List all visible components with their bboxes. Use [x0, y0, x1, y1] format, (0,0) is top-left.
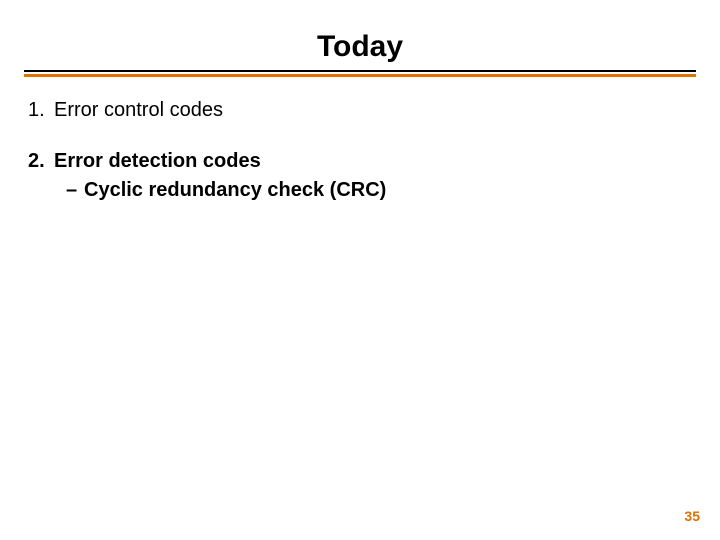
- sub-text: Cyclic redundancy check (CRC): [84, 177, 386, 204]
- item-text: Error control codes: [54, 97, 692, 124]
- slide: Today 1. Error control codes 2. Error de…: [0, 0, 720, 540]
- slide-title: Today: [0, 0, 720, 70]
- item-number: 1.: [28, 97, 54, 124]
- sub-dash: –: [66, 177, 84, 204]
- divider-black: [24, 70, 696, 72]
- page-number: 35: [684, 508, 700, 524]
- sub-item: – Cyclic redundancy check (CRC): [54, 177, 692, 204]
- list-item: 1. Error control codes: [28, 97, 692, 124]
- item-text: Error detection codes: [54, 148, 692, 175]
- list-item: 2. Error detection codes – Cyclic redund…: [28, 148, 692, 204]
- content-area: 1. Error control codes 2. Error detectio…: [0, 77, 720, 204]
- item-number: 2.: [28, 148, 54, 204]
- item-body: Error detection codes – Cyclic redundanc…: [54, 148, 692, 204]
